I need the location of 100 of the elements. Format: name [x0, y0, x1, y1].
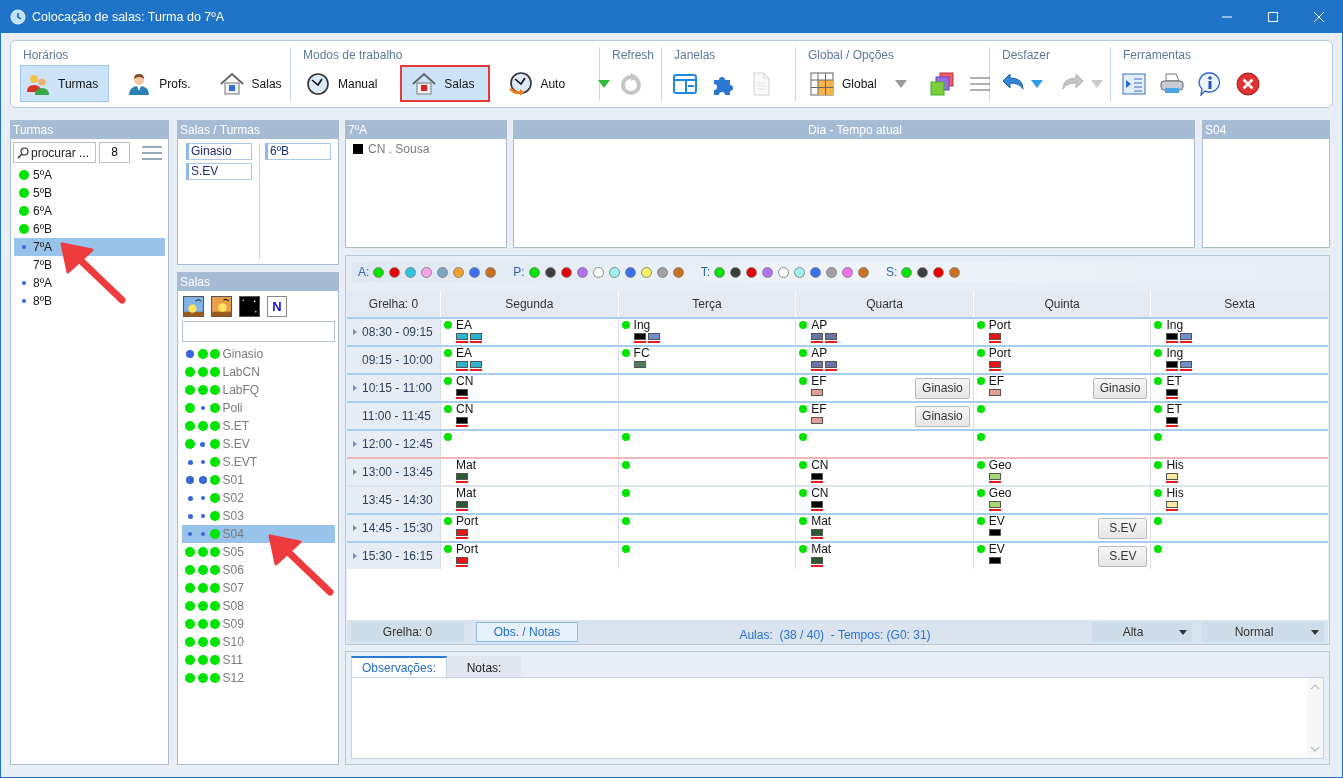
timetable-cell[interactable]: His [1150, 457, 1328, 485]
room-button[interactable]: S.EV [1098, 545, 1148, 567]
timetable-cell[interactable]: ET [1150, 401, 1328, 429]
room-list-item[interactable]: S01 [182, 471, 335, 489]
timetable-cell[interactable]: Port [972, 317, 1151, 345]
notes-tab[interactable]: Notas: [447, 656, 522, 677]
room-list-item[interactable]: S03 [182, 507, 335, 525]
search-field[interactable]: procurar ... [13, 142, 96, 163]
timetable-cell[interactable]: FC [617, 345, 796, 373]
timetable-cell[interactable] [617, 457, 796, 485]
room-button[interactable]: Ginasio [915, 405, 970, 427]
room-list-item[interactable]: S.EV [182, 435, 335, 453]
timetable-cell[interactable]: EF Ginasio [795, 373, 973, 401]
timetable-cell[interactable]: CN [795, 485, 973, 513]
timetable-cell[interactable]: ET [1150, 373, 1328, 401]
timetable-cell[interactable]: Port [440, 513, 618, 541]
class-list-item[interactable]: 6ºB [14, 220, 165, 238]
time-label: 15:30 - 16:15 [362, 549, 433, 563]
timetable-cell[interactable]: AP [795, 345, 973, 373]
room-list-item[interactable]: S07 [182, 579, 335, 597]
timetable-cell[interactable] [617, 429, 796, 457]
timetable-cell[interactable]: CN [795, 457, 973, 485]
timetable-cell[interactable]: Mat [440, 457, 618, 485]
timetable-cell[interactable]: EF Ginasio [972, 373, 1151, 401]
timetable-cell[interactable]: EA [440, 345, 618, 373]
room-chip[interactable]: Ginasio [186, 143, 252, 160]
class-list-item[interactable]: 7ºB [14, 256, 165, 274]
level-dropdown[interactable]: Alta [1092, 622, 1192, 642]
room-list-item[interactable]: LabFQ [182, 381, 335, 399]
view-button[interactable]: Profs. [121, 65, 202, 102]
room-chip[interactable]: S.EV [186, 163, 252, 180]
class-list-item[interactable]: 8ºB [14, 292, 165, 310]
room-button[interactable]: Ginasio [1092, 377, 1148, 399]
room-list-item[interactable]: Ginasio [182, 345, 335, 363]
timetable-cell[interactable] [617, 485, 796, 513]
room-button[interactable]: Ginasio [915, 377, 970, 399]
time-label: 13:00 - 13:45 [362, 465, 433, 479]
view-button[interactable]: Turmas [20, 65, 110, 102]
moon-icon[interactable] [239, 296, 260, 317]
timetable-cell[interactable]: Ing [1150, 345, 1328, 373]
scroll-up-icon[interactable] [1310, 684, 1320, 690]
timetable-cell[interactable] [440, 429, 618, 457]
timetable-cell[interactable] [617, 401, 796, 429]
room-list-item[interactable]: S02 [182, 489, 335, 507]
room-list-item[interactable]: S10 [182, 633, 335, 651]
room-button[interactable]: S.EV [1098, 517, 1148, 539]
scrollbar[interactable] [1307, 678, 1323, 758]
class-list-item[interactable]: 5ºA [14, 166, 165, 184]
grid-icon [810, 71, 834, 96]
timetable-cell[interactable] [795, 429, 973, 457]
timetable-cell[interactable] [972, 429, 1151, 457]
timetable-cell[interactable]: Geo [972, 485, 1151, 513]
level-dropdown[interactable]: Normal [1202, 622, 1324, 642]
class-list-item[interactable]: 5ºB [14, 184, 165, 202]
timetable-cell[interactable]: EF Ginasio [795, 401, 973, 429]
room-list-item[interactable]: LabCN [182, 363, 335, 381]
timetable-cell[interactable] [617, 513, 796, 541]
mode-button[interactable]: Manual [300, 65, 389, 102]
room-list-item[interactable]: S12 [182, 669, 335, 687]
notes-tab[interactable]: Observações: [351, 656, 448, 677]
class-chip[interactable]: 6ºB [265, 143, 331, 160]
letter-filter-button[interactable]: N [267, 296, 287, 317]
timetable-cell[interactable]: CN [440, 373, 618, 401]
menu-icon[interactable] [142, 145, 162, 160]
timetable-cell[interactable]: Ing [1150, 317, 1328, 345]
class-list-item[interactable]: 8ºA [14, 274, 165, 292]
timetable-cell[interactable]: His [1150, 485, 1328, 513]
class-list-item[interactable]: 6ºA [14, 202, 165, 220]
notes-text-area[interactable] [351, 677, 1324, 759]
filter-field[interactable] [182, 321, 335, 342]
room-list-item[interactable]: S.EVT [182, 453, 335, 471]
timetable-cell[interactable] [1150, 513, 1328, 541]
timetable-cell[interactable]: Mat [440, 485, 618, 513]
timetable-cell[interactable]: Geo [972, 457, 1151, 485]
mode-button[interactable]: Salas [400, 65, 491, 102]
timetable-cell[interactable]: Port [972, 345, 1151, 373]
global-dropdown[interactable]: Global [805, 65, 918, 102]
room-list-item[interactable]: S09 [182, 615, 335, 633]
notes-toggle-button[interactable]: Obs. / Notas [476, 622, 578, 642]
room-list-item[interactable]: S.ET [182, 417, 335, 435]
room-list-item[interactable]: S05 [182, 543, 335, 561]
scroll-down-icon[interactable] [1310, 746, 1320, 752]
timetable-cell[interactable]: EA [440, 317, 618, 345]
room-list-item[interactable]: S11 [182, 651, 335, 669]
timetable-cell[interactable]: Mat [795, 513, 973, 541]
timetable-cell[interactable] [617, 373, 796, 401]
lesson-entry: CN . Sousa [368, 142, 430, 156]
timetable-cell[interactable]: AP [795, 317, 973, 345]
timetable-cell[interactable] [972, 401, 1151, 429]
sunrise-icon[interactable] [183, 296, 204, 317]
timetable-cell[interactable] [1150, 429, 1328, 457]
timetable-cell[interactable]: CN [440, 401, 618, 429]
room-list-item[interactable]: Poli [182, 399, 335, 417]
timetable-cell[interactable]: EV S.EV [972, 513, 1151, 541]
timetable-cell[interactable]: Ing [617, 317, 796, 345]
room-list-item[interactable]: S06 [182, 561, 335, 579]
view-button[interactable]: Salas [213, 65, 293, 102]
room-list-item[interactable]: S08 [182, 597, 335, 615]
mode-button[interactable]: Auto [502, 65, 577, 102]
sunset-icon[interactable] [211, 296, 232, 317]
